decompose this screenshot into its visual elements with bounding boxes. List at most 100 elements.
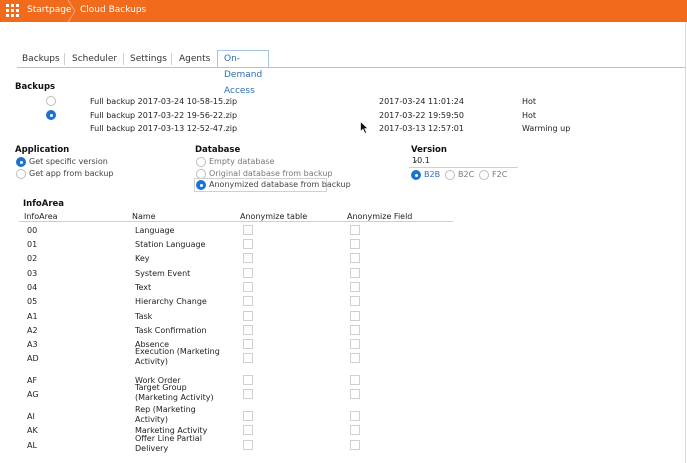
anonymize-table-checkbox[interactable] [243,239,253,249]
backup-name-1: Full backup 2017-03-24 10-58-15.zip [90,97,238,106]
infoarea-name: Hierarchy Change [135,297,207,306]
infoarea-code: AD [27,354,39,363]
db-option-original: Original database from backup [209,169,333,178]
infoarea-code: AF [27,376,38,385]
backup-date-1: 2017-03-24 11:01:24 [379,97,464,106]
anonymize-table-checkbox[interactable] [243,225,253,235]
backup-name-2: Full backup 2017-03-22 19-56-22.zip [90,111,238,120]
backup-status-3: Warming up [522,124,571,133]
anonymize-table-checkbox[interactable] [243,325,253,335]
anonymize-table-checkbox[interactable] [243,339,253,349]
infoarea-code: AI [27,412,35,421]
infoarea-code: 02 [27,254,38,263]
anonymize-field-checkbox[interactable] [350,225,360,235]
tab-divider [171,53,172,65]
infoarea-name: Execution (Marketing Activity) [135,347,220,366]
infoarea-code: 03 [27,269,38,278]
anonymize-field-checkbox[interactable] [350,375,360,385]
anonymize-table-checkbox[interactable] [243,375,253,385]
window-border [685,22,686,463]
anonymize-table-checkbox[interactable] [243,296,253,306]
anonymize-field-checkbox[interactable] [350,311,360,321]
backup-status-2: Hot [522,111,537,120]
app-radio-specific-version[interactable] [16,157,26,167]
infoarea-code: AK [27,426,38,435]
anonymize-field-checkbox[interactable] [350,389,360,399]
anonymize-field-checkbox[interactable] [350,253,360,263]
tab-divider [64,53,65,65]
anonymize-field-checkbox[interactable] [350,282,360,292]
chevron-down-icon: ⌄ [412,155,419,164]
breadcrumb-current: Cloud Backups [80,5,147,15]
col-header-name: Name [132,212,156,221]
mode-radio-b2b[interactable] [411,170,421,180]
anonymize-field-checkbox[interactable] [350,425,360,435]
anonymize-table-checkbox[interactable] [243,253,253,263]
anonymize-table-checkbox[interactable] [243,425,253,435]
infoarea-code: A3 [27,340,38,349]
tab-divider [123,53,124,65]
anonymize-table-checkbox[interactable] [243,353,253,363]
tab-backups[interactable]: Backups [22,52,60,66]
table-header-divider [19,221,453,222]
app-radio-from-backup[interactable] [16,169,26,179]
infoarea-name: Station Language [135,240,206,249]
infoarea-code: A2 [27,326,38,335]
anonymize-field-checkbox[interactable] [350,239,360,249]
col-header-infoarea: InfoArea [24,212,58,221]
tab-underline [17,67,685,68]
breadcrumb-chevron-icon [67,0,76,22]
anonymize-field-checkbox[interactable] [350,325,360,335]
mouse-pointer-icon [360,121,369,134]
infoarea-code: 01 [27,240,38,249]
tab-scheduler[interactable]: Scheduler [72,52,117,66]
infoarea-name: Task Confirmation [135,326,207,335]
db-radio-anonymized[interactable] [196,180,206,190]
tab-on-demand-access[interactable]: On-Demand Access [217,50,270,96]
db-radio-empty[interactable] [196,157,206,167]
tab-agents[interactable]: Agents [179,52,210,66]
db-option-empty: Empty database [209,157,275,166]
infoarea-name: Rep (Marketing Activity) [135,405,196,424]
top-bar: Startpage Cloud Backups [0,0,687,22]
backup-radio-2[interactable] [46,110,56,120]
anonymize-table-checkbox[interactable] [243,411,253,421]
anonymize-table-checkbox[interactable] [243,282,253,292]
infoarea-name: Task [135,312,153,321]
tab-settings[interactable]: Settings [130,52,167,66]
anonymize-field-checkbox[interactable] [350,339,360,349]
anonymize-table-checkbox[interactable] [243,440,253,450]
mode-radio-f2c[interactable] [479,170,489,180]
application-title: Application [15,145,70,155]
col-header-anonymize-field: Anonymize Field [347,212,413,221]
app-option-specific-version: Get specific version [29,157,108,166]
backup-status-1: Hot [522,97,537,106]
anonymize-field-checkbox[interactable] [350,296,360,306]
infoarea-name: Offer Line Partial Delivery [135,434,202,453]
anonymize-field-checkbox[interactable] [350,268,360,278]
anonymize-field-checkbox[interactable] [350,353,360,363]
breadcrumb-startpage[interactable]: Startpage [27,5,71,15]
backup-radio-1[interactable] [46,96,56,106]
anonymize-field-checkbox[interactable] [350,411,360,421]
version-title: Version [411,145,447,155]
infoarea-code: 00 [27,226,38,235]
anonymize-table-checkbox[interactable] [243,389,253,399]
infoarea-title: InfoArea [23,199,65,209]
col-header-anonymize-table: Anonymize table [240,212,308,221]
infoarea-name: Key [135,254,150,263]
mode-label-b2c: B2C [458,170,475,179]
infoarea-code: 04 [27,283,38,292]
anonymize-field-checkbox[interactable] [350,440,360,450]
infoarea-code: A1 [27,312,38,321]
version-select[interactable]: 10.1 ⌄ [409,155,518,168]
anonymize-table-checkbox[interactable] [243,311,253,321]
app-option-from-backup: Get app from backup [29,169,114,178]
infoarea-code: 05 [27,297,38,306]
anonymize-table-checkbox[interactable] [243,268,253,278]
app-grid-icon[interactable] [6,4,19,17]
mode-radio-b2c[interactable] [445,170,455,180]
infoarea-name: System Event [135,269,191,278]
infoarea-name: Text [135,283,152,292]
infoarea-name: Target Group (Marketing Activity) [135,383,214,402]
